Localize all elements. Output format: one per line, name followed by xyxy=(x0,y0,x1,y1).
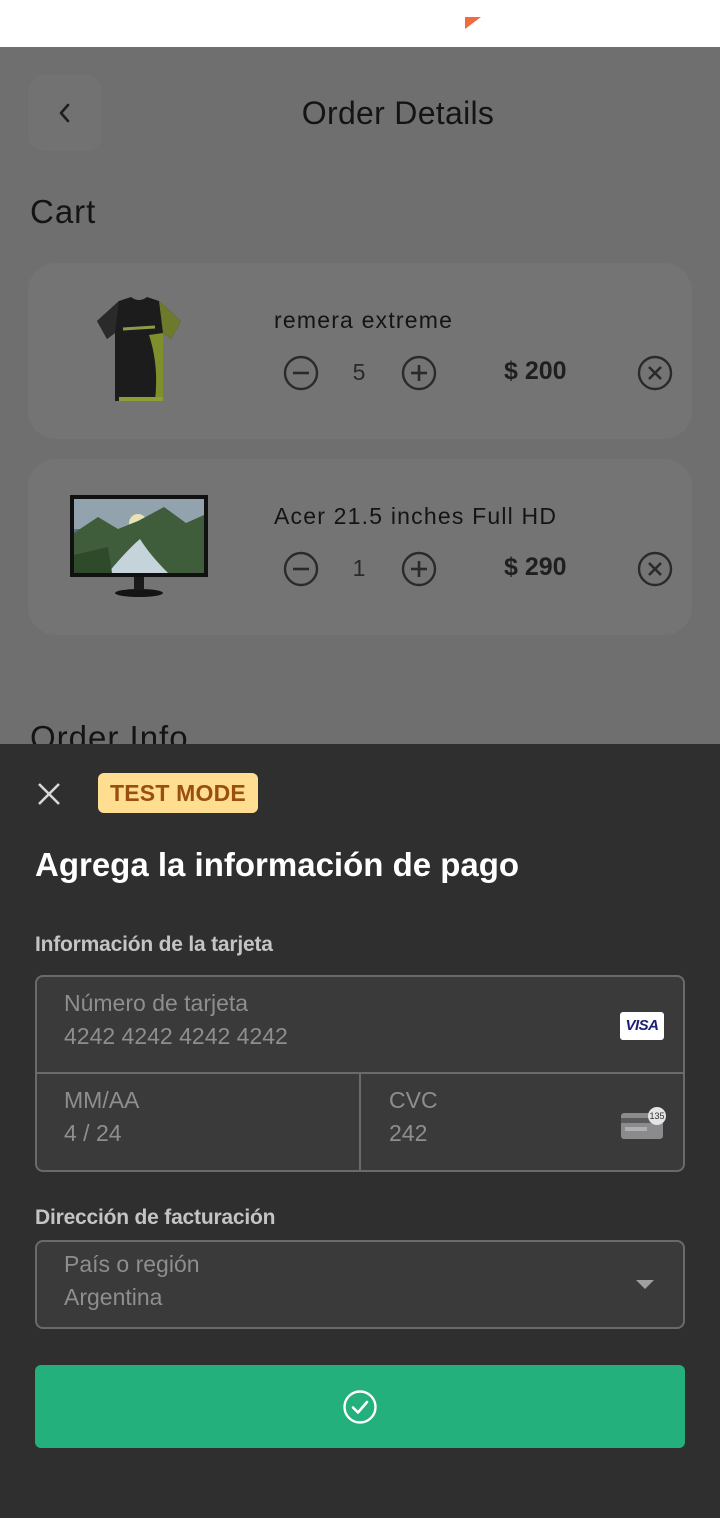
chevron-down-icon xyxy=(636,1280,654,1289)
remove-item-icon[interactable] xyxy=(637,551,673,587)
check-circle-icon xyxy=(343,1389,377,1424)
order-info-title: Order Info xyxy=(30,719,189,744)
confirm-payment-button[interactable] xyxy=(35,1365,685,1448)
close-icon[interactable] xyxy=(34,779,64,809)
payment-sheet: TEST MODE Agrega la información de pago … xyxy=(0,744,720,1518)
item-name: Acer 21.5 inches Full HD xyxy=(274,503,558,529)
decrease-quantity-icon[interactable] xyxy=(283,551,319,587)
status-bar xyxy=(0,0,720,47)
item-price: $ 290 xyxy=(504,553,567,581)
card-fields: Número de tarjeta 4242 4242 4242 4242 VI… xyxy=(35,975,685,1172)
expiry-field[interactable]: MM/AA 4 / 24 xyxy=(37,1074,361,1170)
item-price: $ 200 xyxy=(504,357,567,385)
cvc-label: CVC xyxy=(389,1087,438,1113)
expiry-value: 4 / 24 xyxy=(64,1120,122,1146)
card-number-value: 4242 4242 4242 4242 xyxy=(64,1023,288,1049)
card-number-field[interactable]: Número de tarjeta 4242 4242 4242 4242 VI… xyxy=(37,977,683,1074)
test-mode-badge: TEST MODE xyxy=(98,773,258,813)
visa-icon: VISA xyxy=(620,1012,664,1040)
quantity-value: 5 xyxy=(352,359,366,385)
cart-item: remera extreme 5 $ 200 xyxy=(28,263,692,439)
cart-title: Cart xyxy=(30,193,97,230)
expiry-label: MM/AA xyxy=(64,1087,140,1113)
cvc-value: 242 xyxy=(389,1120,428,1146)
item-name: remera extreme xyxy=(274,307,454,333)
cart-item: Acer 21.5 inches Full HD 1 $ 290 xyxy=(28,459,692,635)
quantity-value: 1 xyxy=(352,555,366,581)
card-section-label: Información de la tarjeta xyxy=(35,933,273,956)
card-back-cvc-icon: 135 xyxy=(621,1107,666,1139)
card-number-label: Número de tarjeta xyxy=(64,990,249,1016)
country-select[interactable]: País o región Argentina xyxy=(35,1240,685,1329)
monitor-image xyxy=(64,483,214,611)
svg-text:135: 135 xyxy=(649,1111,664,1121)
billing-section-label: Dirección de facturación xyxy=(35,1206,276,1229)
increase-quantity-icon[interactable] xyxy=(401,551,437,587)
cvc-field[interactable]: CVC 242 135 xyxy=(361,1074,683,1170)
sheet-title: Agrega la información de pago xyxy=(35,846,520,883)
notification-icon xyxy=(465,17,481,29)
page-title: Order Details xyxy=(301,95,495,131)
remove-item-icon[interactable] xyxy=(637,355,673,391)
decrease-quantity-icon[interactable] xyxy=(283,355,319,391)
country-label: País o región xyxy=(64,1251,200,1277)
order-details-screen: Order Details Cart remera extreme 5 $ 20… xyxy=(0,47,720,744)
increase-quantity-icon[interactable] xyxy=(401,355,437,391)
country-value: Argentina xyxy=(64,1284,163,1310)
t-shirt-image xyxy=(64,287,214,415)
